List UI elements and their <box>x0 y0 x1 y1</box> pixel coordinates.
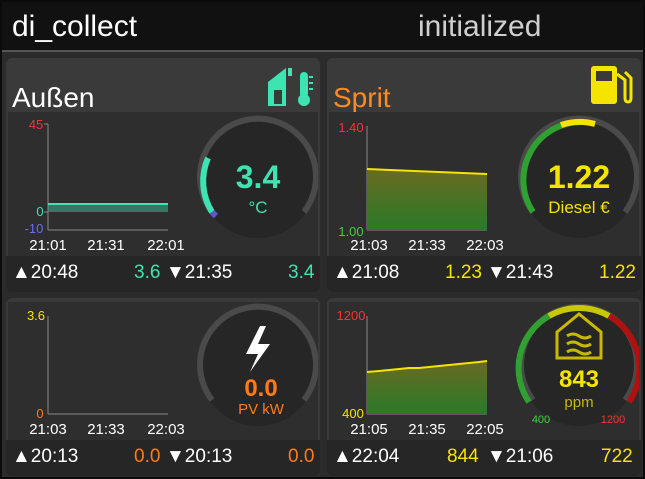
card-footer: ▲22:04 844 ▼21:06 722 <box>327 440 641 476</box>
min-time: ▼21:43 <box>487 262 554 283</box>
x-tick-label: 22:03 <box>466 237 504 254</box>
max-time: ▲20:13 <box>12 446 79 467</box>
app-title: di_collect <box>12 10 138 43</box>
max-value: 1.23 <box>445 262 482 283</box>
fuel-price-chart: 1.40 1.00 21:03 21:33 22:03 1.22 Diesel … <box>338 115 640 254</box>
y-max-label: 1200 <box>337 308 366 323</box>
card-sprit[interactable]: Sprit 1.40 1.00 21:03 21:33 22:03 1.22 D… <box>327 58 641 292</box>
dashboard: di_collect initialized Außen 45 0 -10 21… <box>0 0 645 479</box>
y-max-label: 3.6 <box>27 308 45 323</box>
x-tick-label: 21:01 <box>29 237 67 254</box>
max-value: 0.0 <box>134 446 161 467</box>
min-value: 3.4 <box>288 262 315 283</box>
co2-chart: 1200 400 21:05 21:35 22:05 843 ppm 400 1… <box>337 303 641 438</box>
min-time: ▼21:06 <box>487 446 554 467</box>
house-thermometer-icon <box>266 64 314 113</box>
max-time: ▲22:04 <box>333 446 400 467</box>
gauge-scale-min: 400 <box>532 414 550 426</box>
card-body: 3.6 0 21:03 21:33 22:03 0.0 PV kW <box>8 302 319 440</box>
card-aussen[interactable]: Außen 45 0 -10 21:01 21:31 22:01 3.4 °C … <box>6 58 320 292</box>
x-tick-label: 21:03 <box>350 237 388 254</box>
gauge-value: 1.22 <box>548 159 610 195</box>
status-text: initialized <box>418 10 542 43</box>
co2-area <box>367 361 487 414</box>
max-value: 3.6 <box>134 262 161 283</box>
gauge-unit: ppm <box>564 394 593 411</box>
x-tick-label: 21:35 <box>408 421 446 438</box>
min-value: 0.0 <box>288 446 315 467</box>
min-value: 1.22 <box>599 262 636 283</box>
x-tick-label: 21:33 <box>408 237 446 254</box>
y-max-label: 45 <box>29 117 43 132</box>
x-tick-label: 22:03 <box>147 421 185 438</box>
y-max-label: 1.40 <box>338 120 363 135</box>
gauge-unit: °C <box>248 198 267 217</box>
temperature-chart: 45 0 -10 21:01 21:31 22:01 3.4 °C <box>25 115 319 254</box>
x-tick-label: 21:31 <box>87 237 125 254</box>
card-footer: ▲20:13 0.0 ▼20:13 0.0 <box>6 440 320 476</box>
x-tick-label: 22:05 <box>466 421 504 438</box>
card-body: 45 0 -10 21:01 21:31 22:01 3.4 °C <box>8 112 319 257</box>
min-value: 722 <box>601 446 633 467</box>
gauge-value: 0.0 <box>244 375 277 402</box>
y-zero-label: 0 <box>36 204 43 219</box>
max-value: 844 <box>447 446 479 467</box>
gauge-unit: Diesel € <box>548 198 610 217</box>
x-tick-label: 22:01 <box>147 237 185 254</box>
gauge-unit: PV kW <box>238 401 285 418</box>
y-min-label: 400 <box>342 406 364 421</box>
max-time: ▲20:48 <box>12 262 79 283</box>
card-co2[interactable]: 1200 400 21:05 21:35 22:05 843 ppm 400 1… <box>327 298 641 476</box>
y-min-label: 0 <box>36 406 43 421</box>
gauge-value: 843 <box>559 366 599 393</box>
card-title: Sprit <box>333 82 391 113</box>
top-bar: di_collect initialized <box>2 2 643 52</box>
card-footer: ▲20:48 3.6 ▼21:35 3.4 <box>6 256 320 292</box>
fuel-pump-icon <box>589 64 633 111</box>
pv-chart: 3.6 0 21:03 21:33 22:03 0.0 PV kW <box>27 303 319 438</box>
x-tick-label: 21:03 <box>29 421 67 438</box>
temperature-area <box>48 204 168 212</box>
card-pv[interactable]: 3.6 0 21:03 21:33 22:03 0.0 PV kW ▲20:13… <box>6 298 320 476</box>
card-title: Außen <box>12 82 95 113</box>
min-time: ▼21:35 <box>166 262 233 283</box>
x-tick-label: 21:05 <box>350 421 388 438</box>
x-tick-label: 21:33 <box>87 421 125 438</box>
y-min-label: -10 <box>25 221 44 236</box>
card-footer: ▲21:08 1.23 ▼21:43 1.22 <box>327 256 641 292</box>
gauge-scale-max: 1200 <box>601 414 625 426</box>
min-time: ▼20:13 <box>166 446 233 467</box>
max-time: ▲21:08 <box>333 262 400 283</box>
card-body: 1200 400 21:05 21:35 22:05 843 ppm 400 1… <box>329 302 641 440</box>
gauge-value: 3.4 <box>236 159 281 195</box>
fuel-price-area <box>367 169 487 230</box>
card-body: 1.40 1.00 21:03 21:33 22:03 1.22 Diesel … <box>329 112 640 257</box>
